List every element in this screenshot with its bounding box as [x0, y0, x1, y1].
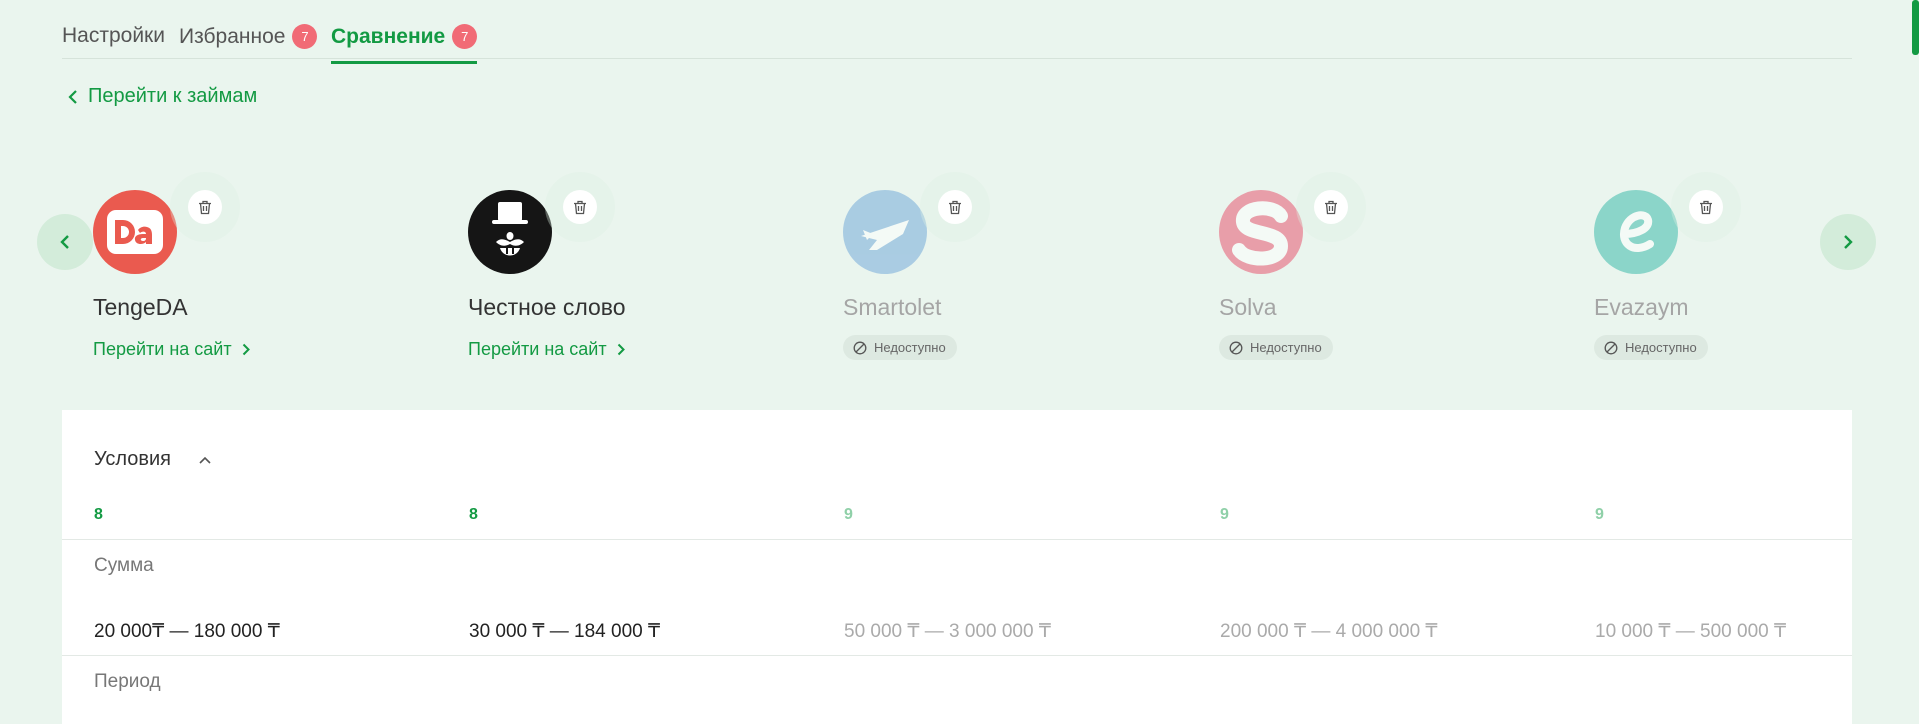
- trash-icon: [949, 200, 961, 214]
- blocked-icon: [853, 341, 867, 354]
- unavailable-badge: Недоступно: [1219, 335, 1333, 360]
- trash-icon: [574, 200, 586, 214]
- chevron-right-icon: [242, 343, 250, 356]
- tab-favorites[interactable]: Избранное 7: [179, 24, 318, 49]
- remove-chestnoe-slovo-button[interactable]: [563, 190, 597, 224]
- tab-compare[interactable]: Сравнение 7: [331, 24, 478, 64]
- gentleman-logo-mark: [492, 202, 528, 256]
- trash-icon: [1700, 200, 1712, 214]
- chevron-left-icon: [60, 235, 69, 249]
- row-label-period: Период: [94, 671, 161, 692]
- remove-smartolet-button[interactable]: [938, 190, 972, 224]
- solva-logo: [1219, 190, 1303, 274]
- go-to-site-link[interactable]: Перейти на сайт: [468, 339, 768, 360]
- blocked-icon: [1604, 341, 1618, 354]
- lender-name: Solva: [1219, 294, 1277, 320]
- tab-settings[interactable]: Настройки: [62, 24, 165, 48]
- favorites-count-badge: 7: [292, 24, 318, 49]
- go-to-site-link[interactable]: Перейти на сайт: [93, 339, 393, 360]
- trash-icon: [199, 200, 211, 214]
- remove-evazaym-button[interactable]: [1689, 190, 1723, 224]
- score-evazaym: 9: [1595, 506, 1604, 523]
- tengeda-logo-mark: [107, 210, 163, 254]
- remove-solva-button[interactable]: [1314, 190, 1348, 224]
- chevron-up-icon: [199, 456, 211, 464]
- remove-tengeda-button[interactable]: [188, 190, 222, 224]
- lender-card-solva: Solva Недоступно: [1219, 190, 1519, 360]
- chevron-left-icon: [68, 89, 77, 104]
- unavailable-badge: Недоступно: [843, 335, 957, 360]
- tengeda-logo: [93, 190, 177, 274]
- score-chestnoe-slovo: 8: [469, 506, 478, 523]
- blocked-icon: [1229, 341, 1243, 354]
- amount-chestnoe-slovo: 30 000 ₸ — 184 000 ₸: [469, 621, 661, 642]
- lender-card-evazaym: Evazaym Недоступно: [1594, 190, 1894, 360]
- amount-smartolet: 50 000 ₸ — 3 000 000 ₸: [844, 621, 1051, 642]
- lender-name: Evazaym: [1594, 294, 1689, 320]
- score-solva: 9: [1220, 506, 1229, 523]
- lender-card-smartolet: Smartolet Недоступно: [843, 190, 1143, 360]
- amount-solva: 200 000 ₸ — 4 000 000 ₸: [1220, 621, 1438, 642]
- evazaym-logo: [1594, 190, 1678, 274]
- plane-logo-mark: [861, 220, 909, 250]
- chestnoe-slovo-logo: [468, 190, 552, 274]
- conditions-title: Условия: [94, 448, 172, 470]
- unavailable-badge: Недоступно: [1594, 335, 1708, 360]
- score-smartolet: 9: [844, 506, 853, 523]
- smartolet-logo: [843, 190, 927, 274]
- row-label-amount: Сумма: [94, 555, 154, 576]
- row-divider: [62, 539, 1852, 540]
- amount-tengeda: 20 000₸ — 180 000 ₸: [94, 621, 280, 642]
- tab-bar: Настройки Избранное 7 Сравнение 7: [62, 0, 1852, 64]
- compare-count-badge: 7: [452, 24, 478, 49]
- conditions-toggle[interactable]: Условия: [94, 448, 211, 471]
- conditions-panel: Условия 8 8 9 9 9 Сумма 20 000₸ — 180 00…: [62, 410, 1852, 724]
- lender-name: Честное слово: [468, 294, 626, 320]
- row-divider: [62, 655, 1852, 656]
- page-scrollbar[interactable]: [1912, 0, 1919, 55]
- amount-evazaym: 10 000 ₸ — 500 000 ₸: [1595, 621, 1787, 642]
- carousel-prev-button[interactable]: [37, 214, 93, 270]
- solva-logo-mark: [1232, 201, 1289, 266]
- lender-name: Smartolet: [843, 294, 942, 320]
- trash-icon: [1325, 200, 1337, 214]
- lender-card-chestnoe-slovo: Честное слово Перейти на сайт: [468, 190, 768, 360]
- score-tengeda: 8: [94, 506, 103, 523]
- back-to-loans-link[interactable]: Перейти к займам: [68, 85, 257, 108]
- lender-name: TengeDA: [93, 294, 188, 320]
- lender-card-tengeda: TengeDA Перейти на сайт: [93, 190, 393, 360]
- evazaym-logo-mark: [1620, 211, 1654, 252]
- chevron-right-icon: [617, 343, 625, 356]
